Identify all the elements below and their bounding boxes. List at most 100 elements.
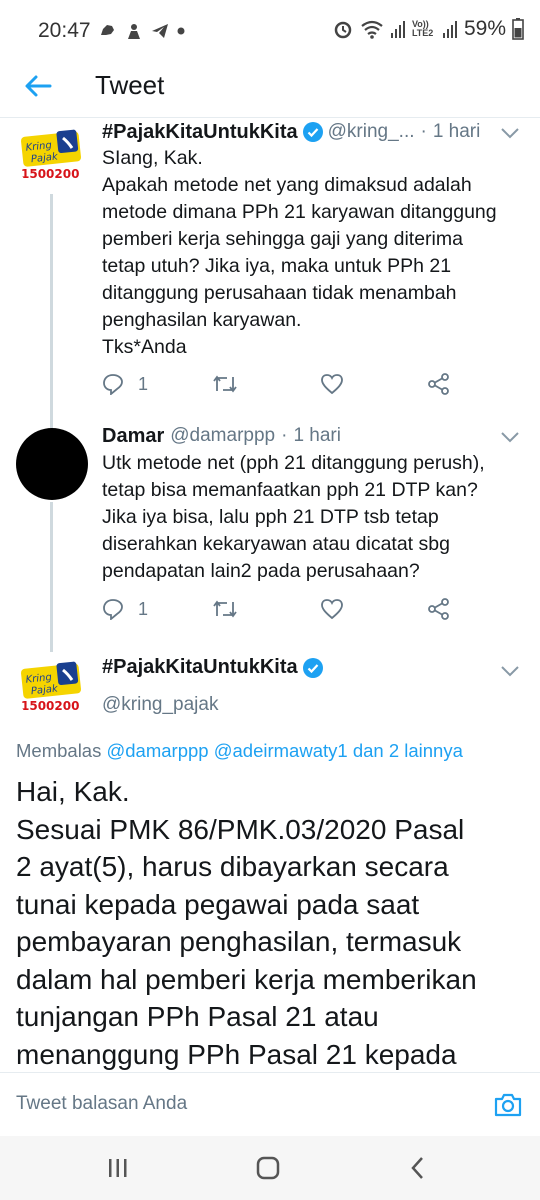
reply-button[interactable]: 1: [102, 373, 148, 395]
timestamp[interactable]: 1 hari: [433, 121, 481, 143]
chevron-down-icon[interactable]: [500, 664, 520, 678]
heart-icon: [321, 374, 343, 395]
signal-icon: [390, 21, 405, 38]
verified-badge-icon: [302, 122, 323, 142]
author-handle[interactable]: @damarppp: [170, 425, 275, 447]
tweet-line: diserahkan kekaryawan atau dicatat sbg: [102, 533, 450, 555]
reply-input[interactable]: Tweet balasan Anda: [16, 1093, 187, 1115]
tweet-header: Damar @damarppp · 1 hari: [102, 422, 520, 450]
tweet-line: pendapatan lain2 pada perusahaan?: [102, 560, 420, 582]
timestamp[interactable]: 1 hari: [293, 425, 341, 447]
thread-line: [50, 502, 53, 646]
tweet-text: Utk metode net (pph 21 ditanggung perush…: [102, 450, 520, 585]
tweet-line: tetap utuh? Jika iya, maka untuk PPh 21: [102, 255, 452, 277]
tweet-item[interactable]: Damar @damarppp · 1 hari Utk metode net …: [0, 418, 540, 646]
author-handle[interactable]: @kring_...: [328, 121, 415, 143]
signal-icon: [442, 21, 457, 38]
tweet-item[interactable]: Kring Pajak 1500200 #PajakKitaUntukKita …: [0, 118, 540, 418]
alarm-icon: [334, 21, 352, 39]
author-name[interactable]: #PajakKitaUntukKita: [102, 656, 298, 679]
author-handle[interactable]: @kring_pajak: [102, 694, 218, 716]
separator: ·: [281, 425, 288, 446]
tweet-line: tunai kepada pegawai pada saat: [16, 888, 420, 920]
reply-icon: [103, 374, 123, 395]
retweet-button[interactable]: [212, 598, 238, 620]
chevron-down-icon[interactable]: [500, 126, 520, 140]
app-header: Tweet: [0, 62, 540, 118]
replying-to: Membalas @damarppp @adeirmawaty1 dan 2 l…: [16, 740, 463, 762]
home-icon[interactable]: [254, 1154, 282, 1182]
battery-icon: [512, 18, 524, 40]
avatar[interactable]: Kring Pajak 1500200: [16, 652, 88, 724]
whatsapp-icon: [101, 25, 114, 35]
tweet-line: Utk metode net (pph 21 ditanggung perush…: [102, 452, 485, 474]
tweet-line: menanggung PPh Pasal 21 kepada: [16, 1038, 457, 1070]
tweet-actions: 1: [102, 598, 462, 622]
status-time: 20:47: [38, 19, 91, 42]
kring-pajak-logo: Kring Pajak 1500200: [16, 652, 88, 724]
verified-badge-icon: [302, 657, 323, 678]
mention-link[interactable]: @damarppp: [106, 740, 208, 761]
tweet-line: 2 ayat(5), harus dibayarkan secara: [16, 851, 449, 882]
kring-pajak-logo: Kring Pajak 1500200: [16, 120, 88, 192]
system-icons: Vo)) LTE2 59%: [332, 17, 524, 41]
tweet-line: Apakah metode net yang dimaksud adalah: [102, 174, 472, 196]
chevron-down-icon[interactable]: [500, 430, 520, 444]
arrow-left-icon[interactable]: [22, 70, 54, 102]
retweet-icon: [213, 600, 237, 618]
mention-more[interactable]: dan 2 lainnya: [353, 740, 463, 761]
retweet-icon: [213, 375, 237, 393]
mention-link[interactable]: @adeirmawaty1: [214, 740, 348, 761]
avatar[interactable]: [16, 428, 88, 500]
share-button[interactable]: [428, 373, 450, 395]
tweet-line: Sesuai PMK 86/PMK.03/2020 Pasal: [16, 813, 465, 845]
page-title: Tweet: [95, 70, 165, 100]
tweet-actions: 1: [102, 373, 462, 397]
tweet-line: metode dimana PPh 21 karyawan ditanggung: [102, 201, 497, 223]
author-name[interactable]: #PajakKitaUntukKita: [102, 121, 298, 144]
heart-icon: [321, 599, 343, 620]
tweet-line: pembayaran penghasilan, termasuk: [16, 926, 462, 957]
main-tweet-text: Hai, Kak. Sesuai PMK 86/PMK.03/2020 Pasa…: [16, 773, 531, 1072]
thread-line: [50, 194, 53, 418]
camera-icon[interactable]: [492, 1089, 524, 1121]
notification-icons: [98, 19, 186, 43]
tweet-header: #PajakKitaUntukKita @kring_... · 1 hari: [102, 118, 520, 146]
reply-count: 1: [138, 598, 149, 619]
telegram-icon: [152, 24, 168, 38]
tweet-line: Hai, Kak.: [16, 776, 130, 807]
wifi-icon: [361, 20, 383, 39]
share-button[interactable]: [428, 598, 450, 620]
tweet-line: tunjangan PPh Pasal 21 atau: [16, 1001, 379, 1032]
avatar[interactable]: Kring Pajak 1500200: [16, 120, 88, 192]
tweet-line: tetap bisa memanfaatkan pph 21 DTP kan?: [102, 479, 478, 501]
share-icon: [428, 373, 449, 395]
separator: ·: [420, 121, 427, 142]
logo-number: 1500200: [21, 699, 79, 713]
thread-line: [50, 418, 53, 428]
like-button[interactable]: [320, 598, 344, 620]
tweet-line: ditanggung perusahaan tidak menambah: [102, 282, 457, 304]
tweet-line: penghasilan karyawan.: [102, 309, 302, 331]
recent-apps-icon[interactable]: [104, 1154, 132, 1182]
tweet-line: pemberi kerja sehingga gaji yang diterim…: [102, 228, 463, 250]
reply-composer: Tweet balasan Anda: [0, 1072, 540, 1136]
back-nav-icon[interactable]: [404, 1154, 432, 1182]
reply-button[interactable]: 1: [102, 598, 148, 620]
battery-percent: 59%: [463, 17, 506, 40]
tweet-line: Jika iya bisa, lalu pph 21 DTP tsb tetap: [102, 506, 439, 528]
main-tweet: Kring Pajak 1500200 #PajakKitaUntukKita …: [0, 646, 540, 1072]
retweet-button[interactable]: [212, 373, 238, 395]
reply-prefix: Membalas: [16, 740, 102, 761]
system-nav-bar: [0, 1136, 540, 1200]
tweet-line: Tks*Anda: [102, 336, 187, 358]
author-name[interactable]: Damar: [102, 425, 164, 448]
like-button[interactable]: [320, 373, 344, 395]
dot-icon: [177, 27, 185, 35]
avast-icon: [128, 24, 140, 39]
tweet-line: SIang, Kak.: [102, 147, 203, 169]
reply-icon: [103, 599, 123, 620]
reply-count: 1: [138, 373, 149, 394]
share-icon: [428, 598, 449, 620]
logo-number: 1500200: [21, 167, 79, 181]
